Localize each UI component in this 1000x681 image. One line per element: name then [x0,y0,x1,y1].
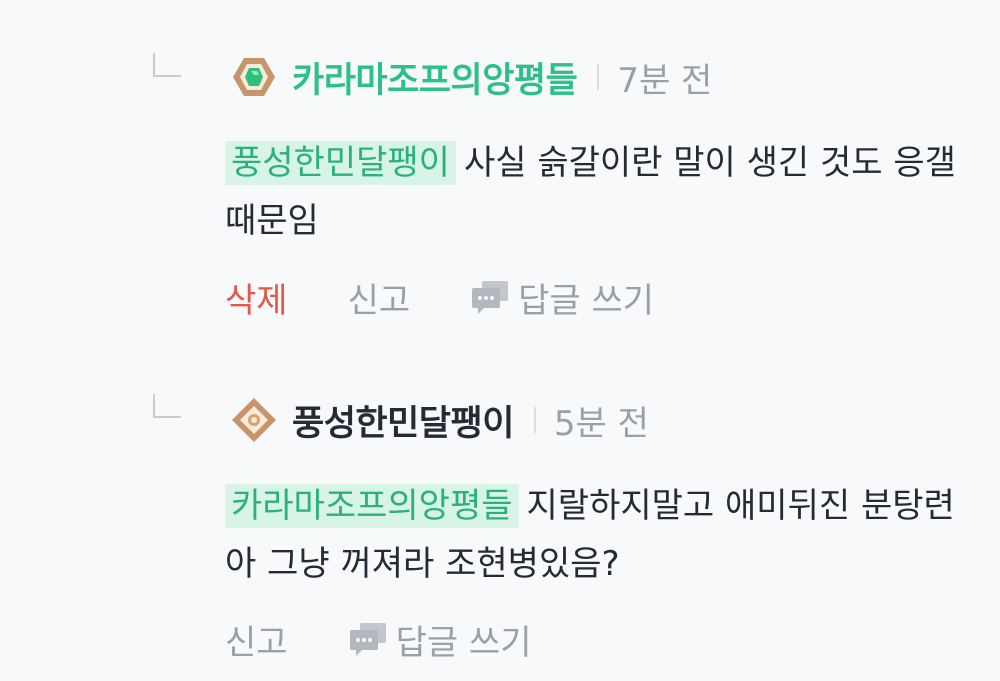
mention-tag[interactable]: 카라마조프의앙평들 [225,484,519,528]
reply-button[interactable]: 답글 쓰기 [348,615,532,664]
divider [597,64,600,90]
emerald-hexagon-badge-icon [230,53,278,101]
author-name[interactable]: 풍성한민달팽이 [292,395,514,446]
reply-header: 카라마조프의앙평들 7분 전 [230,52,712,102]
chat-bubble-icon [470,279,510,315]
report-button[interactable]: 신고 [348,273,411,322]
divider [533,407,536,433]
reply-content: 카라마조프의앙평들 지랄하지말고 애미뒤진 분탕련아 그냥 꺼져라 조현병있음? [225,477,985,593]
reply-actions: 신고 답글 쓰기 [225,614,532,664]
delete-button[interactable]: 삭제 [225,273,288,322]
reply-button[interactable]: 답글 쓰기 [470,273,654,322]
reply-indent-icon [153,53,181,77]
report-button[interactable]: 신고 [225,615,288,664]
chat-bubble-icon [348,621,388,657]
mention-tag[interactable]: 풍성한민달팽이 [225,141,456,185]
reply-button-label: 답글 쓰기 [518,280,655,321]
bronze-diamond-badge-icon [230,396,278,444]
reply-header: 풍성한민달팽이 5분 전 [230,395,649,445]
reply-indent-icon [153,394,181,418]
timestamp: 7분 전 [617,60,713,101]
timestamp: 5분 전 [553,403,649,444]
author-name[interactable]: 카라마조프의앙평들 [292,52,578,103]
reply-button-label: 답글 쓰기 [395,622,532,663]
reply-content: 풍성한민달팽이 사실 슭갈이란 말이 생긴 것도 응갤 때문임 [225,134,985,250]
reply-actions: 삭제 신고 답글 쓰기 [225,272,654,322]
